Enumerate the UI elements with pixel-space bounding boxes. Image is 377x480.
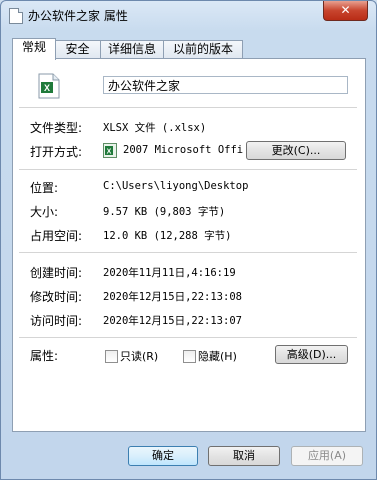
title-bar[interactable]: 办公软件之家 属性 ✕ <box>1 1 376 31</box>
separator <box>19 252 357 253</box>
excel-file-icon: X <box>38 73 60 99</box>
location-value: C:\Users\liyong\Desktop <box>103 180 249 192</box>
ok-button[interactable]: 确定 <box>128 446 198 466</box>
location-label: 位置: <box>30 181 59 195</box>
advanced-button[interactable]: 高级(D)... <box>275 345 348 364</box>
modified-label: 修改时间: <box>30 290 83 304</box>
tab-previous-versions[interactable]: 以前的版本 <box>163 40 243 59</box>
open-with-value: 2007 Microsoft Offi <box>123 144 244 156</box>
hidden-label[interactable]: 隐藏(H) <box>198 348 237 364</box>
svg-text:X: X <box>44 83 50 93</box>
readonly-label[interactable]: 只读(R) <box>120 348 158 364</box>
change-button[interactable]: 更改(C)... <box>246 141 346 160</box>
file-type-label: 文件类型: <box>30 121 83 135</box>
open-with-label: 打开方式: <box>30 145 83 159</box>
general-panel: X 办公软件之家 文件类型: XLSX 文件 (.xlsx) 打开方式: X 2… <box>12 58 366 432</box>
separator <box>19 107 357 108</box>
readonly-checkbox[interactable] <box>105 350 118 363</box>
separator <box>19 337 357 338</box>
excel-app-icon: X <box>103 143 117 158</box>
file-name-input[interactable]: 办公软件之家 <box>103 76 348 94</box>
apply-button[interactable]: 应用(A) <box>291 446 363 466</box>
svg-text:X: X <box>107 149 112 156</box>
properties-dialog: 办公软件之家 属性 ✕ 常规 安全 详细信息 以前的版本 X 办公软件之家 文件… <box>0 0 377 480</box>
tab-general[interactable]: 常规 <box>12 38 56 60</box>
close-button[interactable]: ✕ <box>323 1 368 21</box>
size-value: 9.57 KB (9,803 字节) <box>103 206 226 218</box>
size-on-disk-label: 占用空间: <box>30 229 83 243</box>
created-value: 2020年11月11日,4:16:19 <box>103 267 236 279</box>
window-title: 办公软件之家 属性 <box>28 9 128 23</box>
accessed-value: 2020年12月15日,22:13:07 <box>103 315 242 327</box>
cancel-button[interactable]: 取消 <box>208 446 280 466</box>
document-icon <box>9 8 23 24</box>
file-type-value: XLSX 文件 (.xlsx) <box>103 122 207 134</box>
hidden-checkbox[interactable] <box>183 350 196 363</box>
size-label: 大小: <box>30 205 59 219</box>
separator <box>19 169 357 170</box>
size-on-disk-value: 12.0 KB (12,288 字节) <box>103 230 232 242</box>
tab-details[interactable]: 详细信息 <box>100 40 164 59</box>
created-label: 创建时间: <box>30 266 83 280</box>
accessed-label: 访问时间: <box>30 314 83 328</box>
tab-security[interactable]: 安全 <box>54 40 101 59</box>
modified-value: 2020年12月15日,22:13:08 <box>103 291 242 303</box>
attributes-label: 属性: <box>30 349 59 363</box>
